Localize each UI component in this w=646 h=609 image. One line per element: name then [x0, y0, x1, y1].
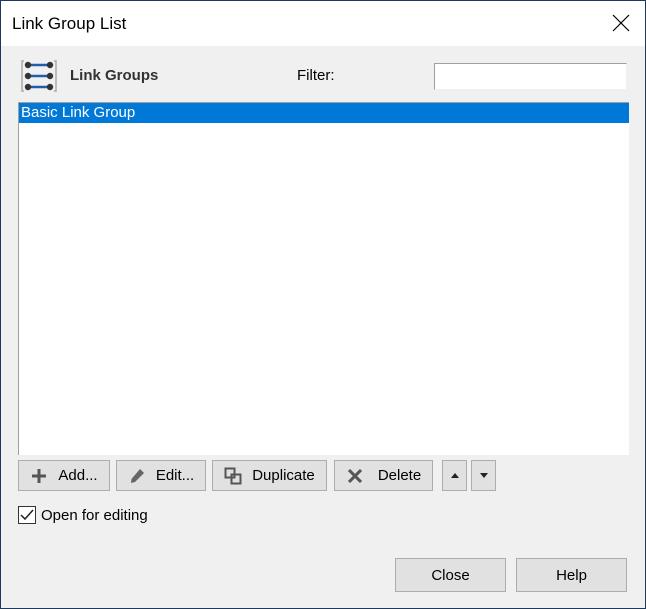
link-group-list[interactable]: Basic Link Group — [18, 102, 629, 455]
duplicate-icon — [224, 467, 242, 485]
delete-button[interactable]: Delete — [334, 460, 433, 491]
edit-label: Edit... — [155, 467, 195, 484]
checkmark-icon — [20, 509, 34, 521]
edit-button[interactable]: Edit... — [116, 460, 206, 491]
title-bar: Link Group List — [1, 1, 645, 46]
link-group-list-dialog: Link Group List Link Groups Filter: Basi… — [0, 0, 646, 609]
help-label: Help — [556, 566, 587, 584]
window-title: Link Group List — [12, 14, 127, 33]
arrow-up-icon — [450, 473, 459, 478]
delete-x-icon — [346, 467, 364, 485]
arrow-down-icon — [479, 473, 488, 478]
open-for-editing-checkbox[interactable] — [18, 506, 36, 524]
move-down-button[interactable] — [471, 460, 496, 491]
list-item[interactable]: Basic Link Group — [19, 103, 629, 123]
section-label: Link Groups — [70, 67, 159, 84]
pencil-icon — [128, 467, 146, 485]
open-for-editing-option[interactable]: Open for editing — [18, 506, 148, 524]
filter-label: Filter: — [297, 67, 335, 84]
add-button[interactable]: Add... — [18, 460, 110, 491]
link-groups-icon — [21, 60, 57, 92]
help-button[interactable]: Help — [516, 558, 627, 592]
filter-input[interactable] — [434, 63, 627, 90]
close-button[interactable]: Close — [395, 558, 506, 592]
open-for-editing-label: Open for editing — [41, 506, 148, 524]
close-label: Close — [431, 566, 470, 584]
duplicate-button[interactable]: Duplicate — [212, 460, 327, 491]
add-label: Add... — [58, 467, 98, 484]
delete-label: Delete — [377, 467, 422, 484]
move-up-button[interactable] — [442, 460, 467, 491]
close-icon[interactable] — [611, 13, 631, 33]
duplicate-label: Duplicate — [252, 467, 315, 484]
plus-icon — [30, 467, 48, 485]
